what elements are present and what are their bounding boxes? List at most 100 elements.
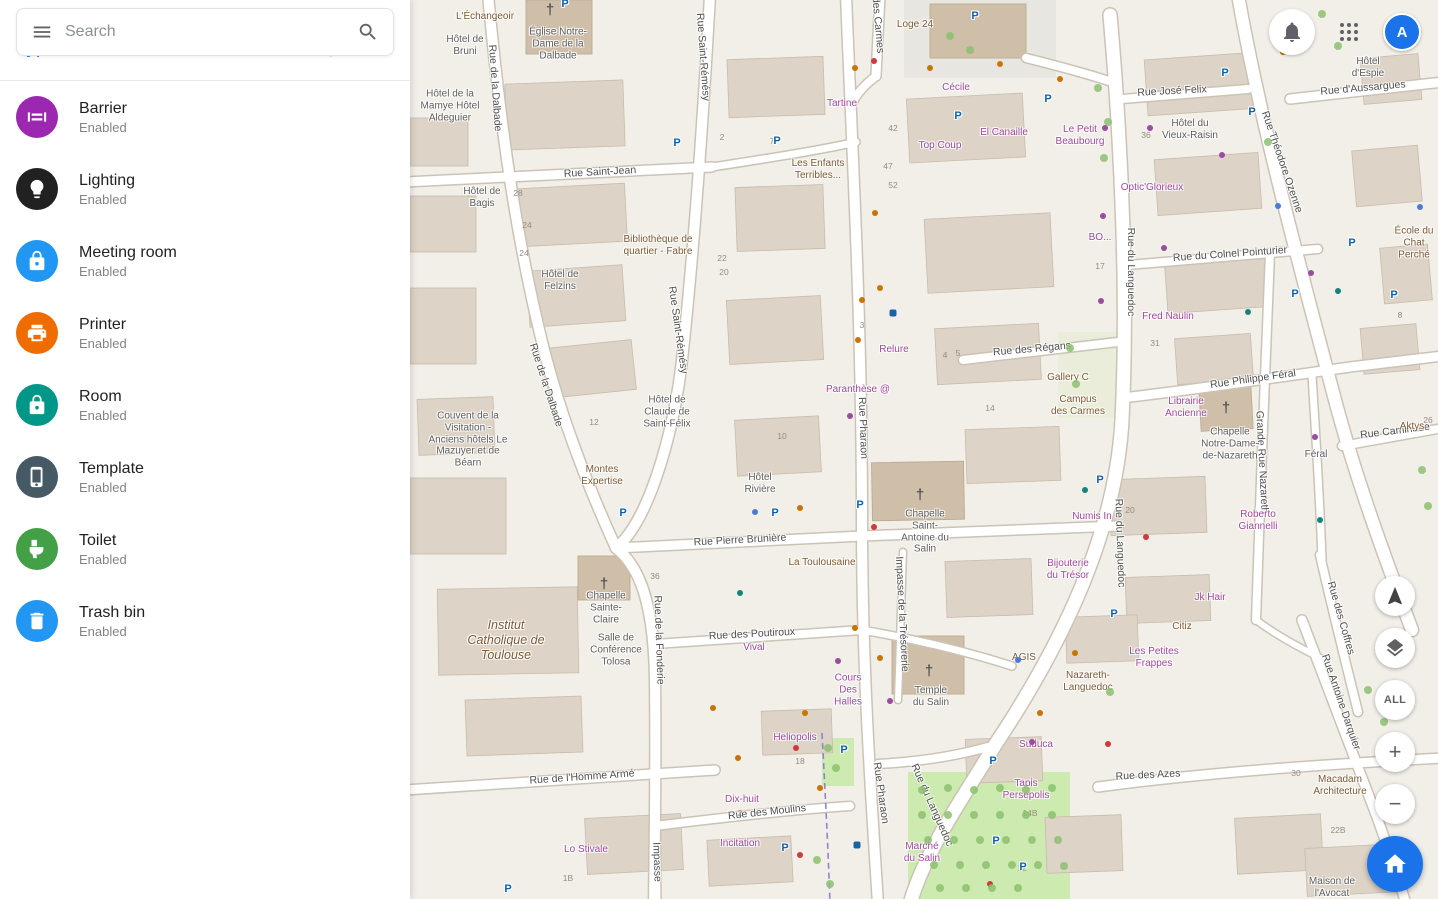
search-bar[interactable] bbox=[16, 8, 394, 56]
type-list-item[interactable]: Room Enabled bbox=[0, 369, 410, 441]
poi-label: Chapelle Sainte-Claire bbox=[579, 590, 633, 625]
tree-icon bbox=[982, 861, 990, 869]
tree-icon bbox=[946, 32, 954, 40]
tree-icon bbox=[988, 884, 996, 892]
house-number: 47 bbox=[883, 161, 892, 171]
parking-icon: P bbox=[561, 0, 568, 10]
poi-dot bbox=[1308, 270, 1314, 276]
type-icon bbox=[16, 312, 58, 354]
poi-label: Top Coup bbox=[919, 140, 962, 152]
zoom-out-button[interactable]: − bbox=[1375, 784, 1415, 824]
type-icon bbox=[16, 600, 58, 642]
tree-icon bbox=[1072, 380, 1080, 388]
tree-icon bbox=[1048, 811, 1056, 819]
type-list-item[interactable]: Trash bin Enabled bbox=[0, 585, 410, 657]
parking-icon: P bbox=[1248, 106, 1255, 118]
type-icon bbox=[16, 456, 58, 498]
street-label: Rue des Coffres bbox=[1325, 580, 1357, 656]
poi-dot bbox=[1417, 204, 1423, 210]
type-list-item[interactable]: Template Enabled bbox=[0, 441, 410, 513]
tree-icon bbox=[1094, 84, 1102, 92]
type-list-item[interactable]: Toilet Enabled bbox=[0, 513, 410, 585]
poi-label: Roberto Giannelli bbox=[1234, 509, 1282, 533]
tree-icon bbox=[1022, 786, 1030, 794]
street-label: Rue des Régans bbox=[993, 340, 1072, 359]
poi-label: El Canaille bbox=[980, 127, 1028, 139]
poi-dot bbox=[877, 655, 883, 661]
tree-icon bbox=[1104, 118, 1112, 126]
poi-dot bbox=[1098, 298, 1104, 304]
poi-label: Bibliothèque de quartier - Fabre bbox=[620, 234, 696, 258]
poi-dot bbox=[1312, 434, 1318, 440]
street-label: Rue Saint-Rémésy bbox=[694, 13, 712, 102]
parking-icon: P bbox=[1291, 288, 1298, 300]
layers-button[interactable] bbox=[1375, 628, 1415, 668]
poi-label: Fred Naulin bbox=[1142, 311, 1194, 323]
poi-label: Institut Catholique de Toulouse bbox=[464, 618, 548, 662]
zoom-in-button[interactable]: + bbox=[1375, 732, 1415, 772]
tree-icon bbox=[950, 836, 958, 844]
poi-dot bbox=[1100, 213, 1106, 219]
poi-label: Aktys bbox=[1400, 421, 1424, 433]
house-number: 17 bbox=[1095, 261, 1104, 271]
poi-label: Campus des Carmes bbox=[1050, 394, 1106, 418]
house-number: 36 bbox=[650, 571, 659, 581]
compass-button[interactable] bbox=[1375, 576, 1415, 616]
type-list-item[interactable]: Meeting room Enabled bbox=[0, 225, 410, 297]
house-number: 31 bbox=[1150, 338, 1159, 348]
tree-icon bbox=[956, 861, 964, 869]
home-button[interactable] bbox=[1367, 836, 1423, 892]
poi-dot bbox=[752, 509, 758, 515]
all-button[interactable]: ALL bbox=[1375, 680, 1415, 720]
map-viewport[interactable]: Rue Saint-JeanRue Saint-RémésyRue Saint-… bbox=[410, 0, 1438, 899]
street-label: Rue Antoine Darquier bbox=[1319, 653, 1363, 752]
type-list-item[interactable]: Printer Enabled bbox=[0, 297, 410, 369]
street-label: Rue de la Fonderie bbox=[651, 595, 666, 685]
parking-icon: P bbox=[1096, 474, 1103, 486]
poi-dot bbox=[1161, 245, 1167, 251]
poi-label: Dix-huit bbox=[725, 794, 759, 806]
poi-label: École du Chat Perché bbox=[1388, 225, 1438, 260]
map-controls: ALL + − bbox=[1375, 576, 1415, 824]
house-number: 22B bbox=[1330, 825, 1345, 835]
avatar[interactable]: A bbox=[1383, 13, 1421, 51]
type-text: Meeting room Enabled bbox=[79, 244, 177, 279]
menu-button[interactable] bbox=[19, 10, 65, 54]
apps-grid-button[interactable] bbox=[1329, 12, 1369, 52]
poi-label: BO... bbox=[1089, 232, 1112, 244]
type-text: Lighting Enabled bbox=[79, 172, 135, 207]
type-status: Enabled bbox=[79, 408, 127, 423]
poi-label: Hôtel Rivière bbox=[737, 472, 783, 496]
street-label: Rue du Colnel Pointurier bbox=[1173, 244, 1288, 264]
street-label: Rue du Languedoc bbox=[908, 762, 955, 848]
poi-dot bbox=[852, 625, 858, 631]
poi-label: Lo Stivale bbox=[564, 844, 608, 856]
search-input[interactable] bbox=[65, 23, 345, 41]
tree-icon bbox=[924, 836, 932, 844]
tree-icon bbox=[1008, 861, 1016, 869]
house-number: 12 bbox=[589, 417, 598, 427]
type-list-item[interactable]: Barrier Enabled bbox=[0, 81, 410, 153]
poi-label: Chapelle Saint-Antoine du Salin bbox=[896, 508, 954, 555]
house-number: 28 bbox=[513, 188, 522, 198]
poi-label: Suduca bbox=[1019, 739, 1053, 751]
poi-label: Bijouterie du Trésor bbox=[1042, 558, 1094, 582]
poi-label: Hôtel d'Espie bbox=[1347, 56, 1389, 80]
tree-icon bbox=[824, 744, 832, 752]
search-button[interactable] bbox=[345, 10, 391, 54]
type-name: Trash bin bbox=[79, 604, 145, 622]
parking-icon: P bbox=[673, 137, 680, 149]
parking-icon: P bbox=[971, 10, 978, 22]
type-list-item[interactable]: Lighting Enabled bbox=[0, 153, 410, 225]
tree-icon bbox=[1014, 884, 1022, 892]
house-number: 20 bbox=[1125, 505, 1134, 515]
poi-label: Cécile bbox=[942, 82, 970, 94]
street-label: des Carmes bbox=[870, 0, 887, 54]
poi-label: Hôtel de Felzins bbox=[535, 269, 585, 293]
notifications-button[interactable] bbox=[1269, 9, 1315, 55]
poi-dot bbox=[817, 785, 823, 791]
type-icon bbox=[16, 168, 58, 210]
house-number: 8 bbox=[1398, 310, 1403, 320]
poi-dot bbox=[1105, 741, 1111, 747]
house-number: 4 bbox=[943, 350, 948, 360]
